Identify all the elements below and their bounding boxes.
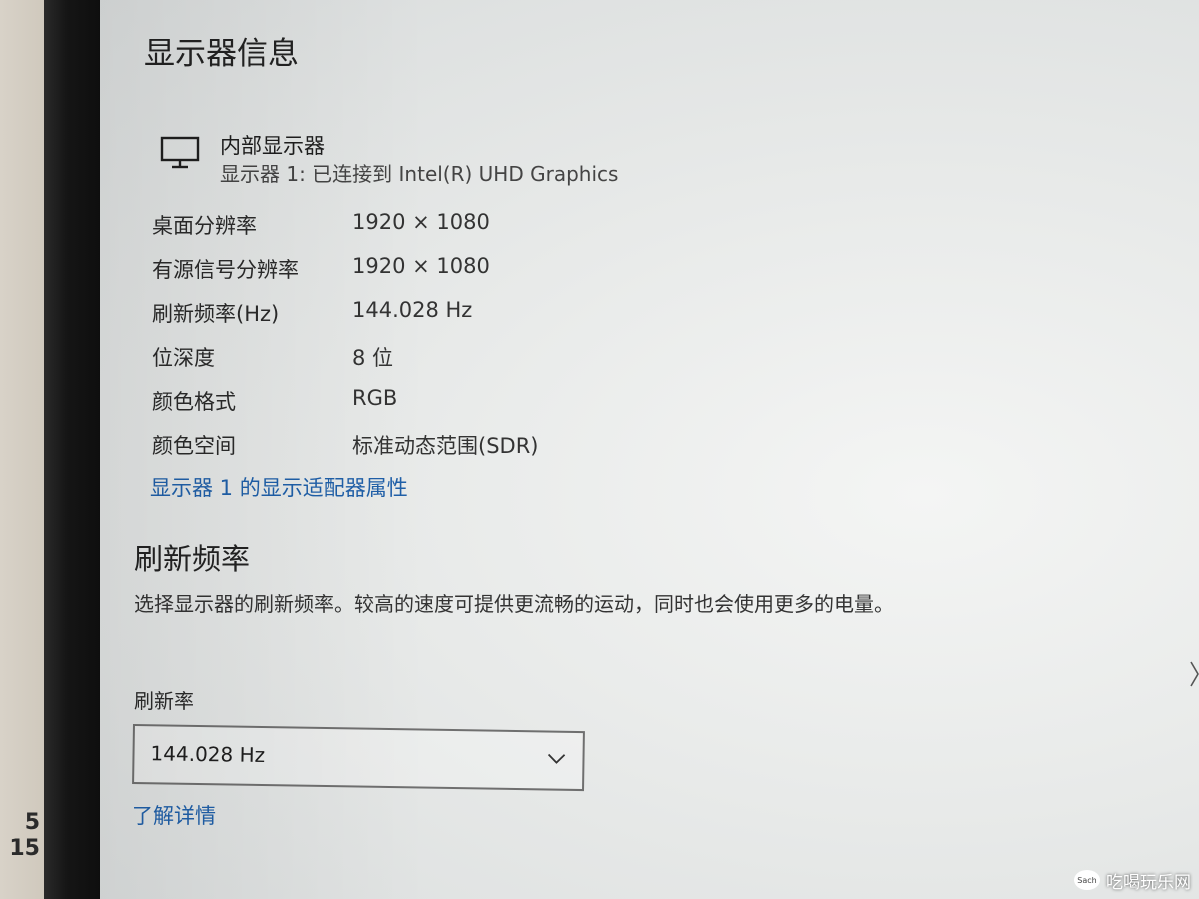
- learn-more-link[interactable]: 了解详情: [132, 800, 216, 830]
- prop-value: 1920 × 1080: [352, 254, 490, 278]
- chevron-down-icon: [547, 753, 566, 764]
- scroll-arrow-icon[interactable]: [1189, 660, 1199, 688]
- prop-value: RGB: [352, 386, 398, 410]
- watermark-text: 吃喝玩乐网: [1106, 872, 1191, 893]
- paper-digit-2: 15: [9, 836, 40, 861]
- paper-digit-1: 5: [24, 810, 40, 835]
- display-adapter-properties-link[interactable]: 显示器 1 的显示适配器属性: [150, 472, 408, 502]
- prop-row-desktop-resolution: 桌面分辨率 1920 × 1080: [152, 204, 672, 248]
- monitor-name: 内部显示器: [220, 134, 325, 158]
- monitor-summary: 内部显示器 显示器 1: 已连接到 Intel(R) UHD Graphics: [158, 126, 718, 186]
- refresh-rate-dropdown[interactable]: 144.028 Hz: [132, 724, 585, 792]
- prop-label: 颜色空间: [152, 434, 236, 458]
- prop-label: 位深度: [152, 346, 215, 370]
- prop-value: 144.028 Hz: [352, 298, 473, 322]
- prop-row-color-format: 颜色格式 RGB: [152, 380, 672, 424]
- prop-label: 有源信号分辨率: [152, 258, 299, 282]
- display-properties: 桌面分辨率 1920 × 1080 有源信号分辨率 1920 × 1080 刷新…: [152, 204, 672, 468]
- refresh-rate-label: 刷新率: [134, 689, 194, 713]
- refresh-rate-description: 选择显示器的刷新频率。较高的速度可提供更流畅的运动，同时也会使用更多的电量。: [134, 592, 894, 616]
- watermark-logo-icon: Sach: [1074, 870, 1100, 890]
- paper-digits: 5 15: [0, 810, 40, 862]
- prop-label: 刷新频率(Hz): [152, 302, 280, 326]
- monitor-bezel: [44, 0, 102, 899]
- background-paper: [0, 0, 48, 899]
- prop-value: 标准动态范围(SDR): [352, 434, 539, 458]
- refresh-rate-heading: 刷新频率: [134, 542, 251, 576]
- prop-value: 1920 × 1080: [352, 210, 490, 234]
- prop-row-active-signal-resolution: 有源信号分辨率 1920 × 1080: [152, 248, 672, 292]
- prop-row-refresh-rate: 刷新频率(Hz) 144.028 Hz: [152, 292, 672, 336]
- monitor-icon: [160, 136, 200, 169]
- display-info-heading: 显示器信息: [144, 36, 299, 72]
- prop-value: 8 位: [352, 346, 394, 370]
- prop-label: 桌面分辨率: [152, 214, 257, 238]
- prop-label: 颜色格式: [152, 390, 236, 414]
- settings-screen: 显示器信息 内部显示器 显示器 1: 已连接到 Intel(R) UHD Gra…: [100, 0, 1199, 899]
- prop-row-color-space: 颜色空间 标准动态范围(SDR): [152, 424, 672, 468]
- watermark: Sach 吃喝玩乐网: [1074, 867, 1191, 893]
- prop-row-bit-depth: 位深度 8 位: [152, 336, 672, 380]
- refresh-rate-selected-value: 144.028 Hz: [150, 741, 266, 768]
- monitor-connection: 显示器 1: 已连接到 Intel(R) UHD Graphics: [220, 162, 619, 186]
